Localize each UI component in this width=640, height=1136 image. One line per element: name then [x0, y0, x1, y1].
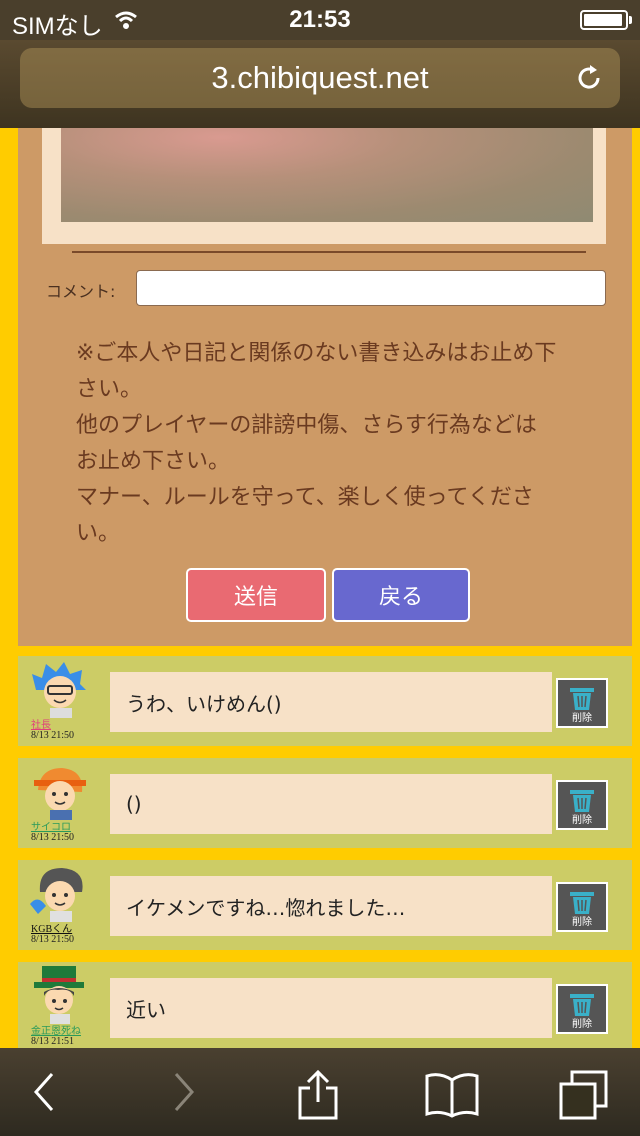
comment-author[interactable]: KGBくん — [31, 920, 72, 935]
comment-item: 社長 8/13 21:50 うわ、いけめん() 削除 — [18, 656, 632, 746]
comment-label: コメント: — [46, 282, 116, 301]
status-bar: SIMなし 21:53 — [0, 0, 640, 40]
comment-item: サイコロ 8/13 21:50 () 削除 — [18, 758, 632, 848]
send-button[interactable]: 送信 — [186, 568, 326, 622]
comment-author[interactable]: サイコロ — [31, 818, 71, 833]
delete-label: 削除 — [572, 1019, 592, 1030]
share-icon[interactable] — [296, 1070, 340, 1120]
diary-photo — [61, 128, 593, 222]
photo-frame — [42, 128, 606, 244]
notice-line: ※ご本人や日記と関係のない書き込みはお止め下 — [76, 341, 557, 366]
comment-text: () — [110, 774, 552, 834]
avatar[interactable] — [28, 762, 88, 820]
comment-text: イケメンですね…惚れました… — [110, 876, 552, 936]
diary-panel: コメント: ※ご本人や日記と関係のない書き込みはお止め下 さい。 他のプレイヤー… — [18, 128, 632, 646]
delete-button[interactable]: 削除 — [556, 882, 608, 932]
trash-icon — [570, 994, 594, 1016]
browser-toolbar — [0, 1048, 640, 1136]
trash-icon — [570, 688, 594, 710]
delete-button[interactable]: 削除 — [556, 780, 608, 830]
notice-line: 他のプレイヤーの誹謗中傷、さらす行為などは — [76, 413, 537, 438]
comment-time: 8/13 21:50 — [31, 730, 75, 741]
delete-label: 削除 — [572, 815, 592, 826]
comment-item: KGBくん 8/13 21:50 イケメンですね…惚れました… 削除 — [18, 860, 632, 950]
clock: 21:53 — [289, 6, 351, 33]
comment-author[interactable]: 金正恩死ね — [31, 1022, 81, 1037]
notice-line: お止め下さい。 — [76, 449, 231, 474]
avatar[interactable] — [28, 966, 88, 1024]
delete-label: 削除 — [572, 713, 592, 724]
notice-line: さい。 — [76, 377, 143, 402]
comment-author[interactable]: 社長 — [31, 716, 51, 731]
delete-label: 削除 — [572, 917, 592, 928]
comment-time: 8/13 21:50 — [31, 832, 75, 843]
browser-address-area: 3.chibiquest.net — [0, 40, 640, 128]
delete-button[interactable]: 削除 — [556, 678, 608, 728]
battery-icon — [580, 10, 632, 30]
avatar[interactable] — [28, 660, 88, 718]
avatar[interactable] — [28, 864, 88, 922]
address-bar[interactable]: 3.chibiquest.net — [20, 48, 620, 108]
trash-icon — [570, 892, 594, 914]
back-button[interactable]: 戻る — [332, 568, 470, 622]
divider — [72, 251, 586, 253]
delete-button[interactable]: 削除 — [556, 984, 608, 1034]
tabs-icon[interactable] — [558, 1070, 610, 1120]
comment-text: 近い — [110, 978, 552, 1038]
trash-icon — [570, 790, 594, 812]
bookmarks-icon[interactable] — [424, 1070, 480, 1118]
url-text: 3.chibiquest.net — [211, 60, 429, 95]
forward-icon[interactable] — [170, 1070, 198, 1114]
reload-icon[interactable] — [576, 64, 604, 92]
comment-item: 金正恩死ね 8/13 21:51 近い 削除 — [18, 962, 632, 1052]
comment-time: 8/13 21:51 — [31, 1036, 75, 1047]
notice-line: マナー、ルールを守って、楽しく使ってくださ — [76, 485, 534, 510]
back-icon[interactable] — [30, 1070, 58, 1114]
comment-input[interactable] — [136, 270, 606, 306]
comment-time: 8/13 21:50 — [31, 934, 75, 945]
notice-line: い。 — [76, 521, 121, 546]
comment-text: うわ、いけめん() — [110, 672, 552, 732]
notice-text: ※ご本人や日記と関係のない書き込みはお止め下 さい。 他のプレイヤーの誹謗中傷、… — [76, 336, 596, 552]
